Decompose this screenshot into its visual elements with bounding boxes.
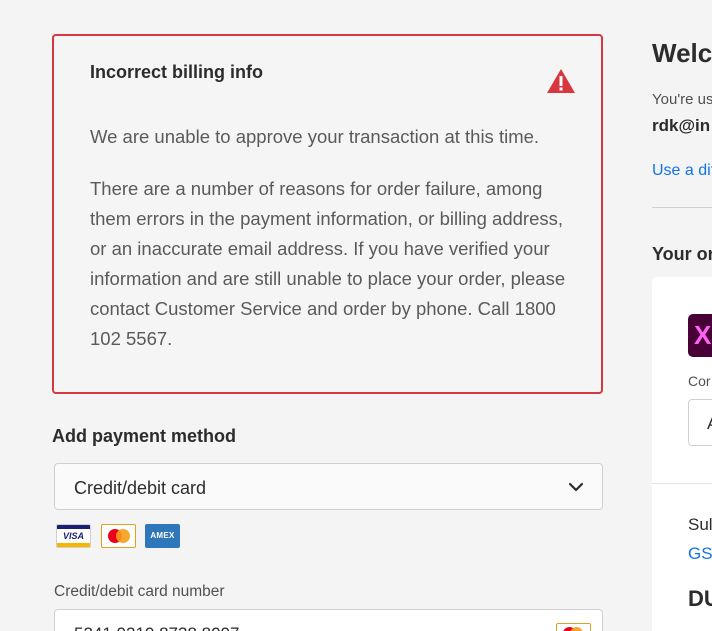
billing-error-alert: Incorrect billing info We are unable to … (52, 34, 603, 394)
visa-logo-icon: VISA (56, 524, 91, 548)
subtotal-label: Sul (688, 515, 712, 534)
payment-method-select[interactable]: Credit/debit card (54, 463, 603, 510)
commitment-label: Cor (688, 373, 711, 389)
card-number-label: Credit/debit card number (54, 583, 225, 600)
mastercard-icon (556, 623, 591, 631)
due-today-label: DU (688, 586, 712, 611)
checkout-page: Incorrect billing info We are unable to … (0, 0, 712, 631)
payment-method-value: Credit/debit card (74, 478, 207, 498)
product-icon-letter: X (694, 320, 712, 350)
error-message: We are unable to approve your transactio… (90, 126, 540, 147)
commitment-value: A (707, 414, 712, 434)
amex-logo-text: AMEX (150, 531, 175, 540)
visa-logo-text: VISA (62, 531, 84, 541)
amex-logo-icon: AMEX (145, 524, 180, 548)
welcome-heading: Welco (652, 38, 712, 68)
use-different-account-link[interactable]: Use a dif (652, 162, 712, 180)
signed-in-text: You're us (652, 91, 712, 108)
warning-icon (547, 69, 575, 93)
payment-method-heading: Add payment method (52, 426, 237, 446)
user-email: rdk@in (652, 116, 711, 135)
gst-link[interactable]: GS (688, 544, 712, 564)
error-title: Incorrect billing info (90, 62, 264, 82)
mastercard-logo-icon (101, 524, 136, 548)
order-panel-divider (652, 483, 712, 484)
card-number-input[interactable] (54, 609, 603, 631)
sidebar-divider (652, 207, 712, 208)
product-app-icon: X (688, 314, 712, 357)
error-detail: There are a number of reasons for order … (90, 178, 566, 349)
chevron-down-icon (568, 482, 584, 492)
commitment-select[interactable]: A (688, 399, 712, 446)
order-heading: Your or (652, 244, 712, 264)
